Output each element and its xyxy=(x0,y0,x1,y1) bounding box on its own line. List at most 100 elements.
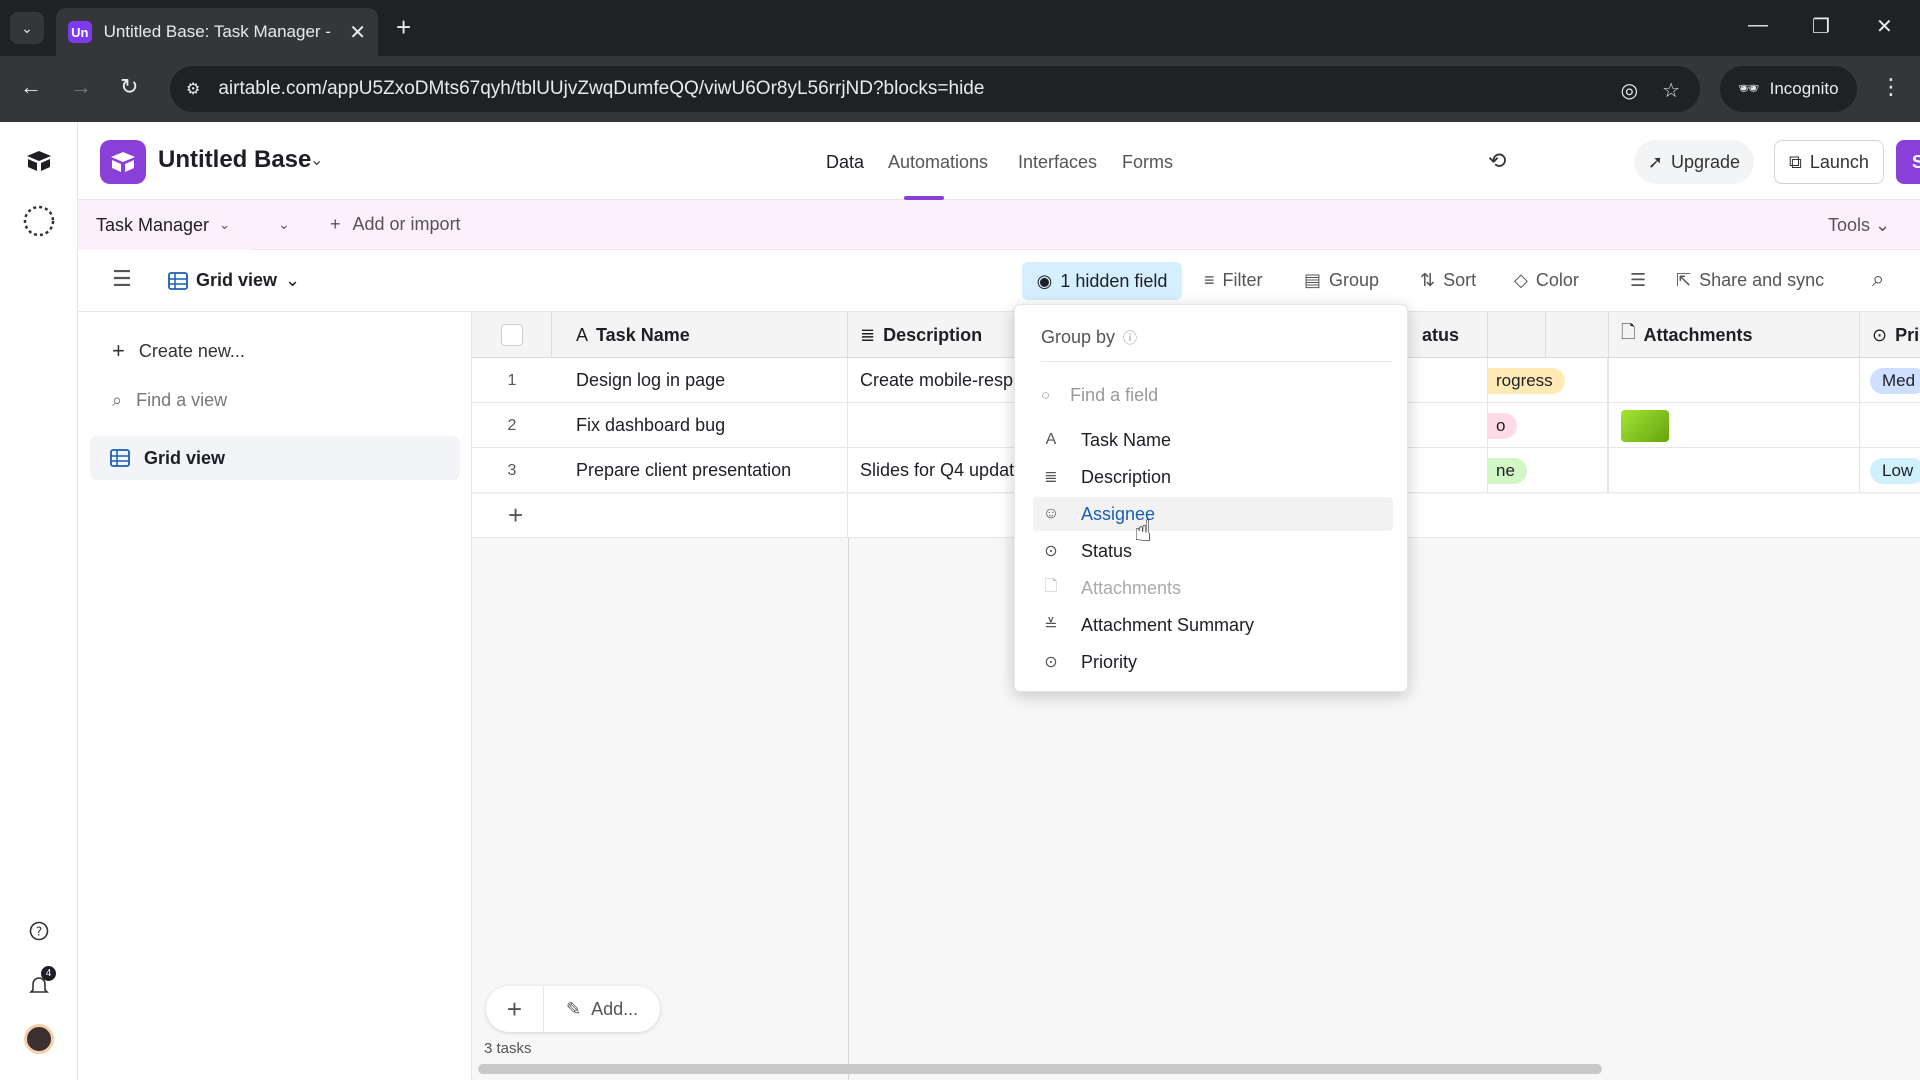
chevron-down-icon[interactable]: ⌄ xyxy=(219,217,230,233)
horizontal-scrollbar[interactable] xyxy=(478,1064,1602,1074)
add-with-ai-button[interactable]: ✎ Add... xyxy=(544,999,660,1020)
find-view-input[interactable]: ⌕ Find a view xyxy=(112,390,227,411)
history-icon[interactable]: ⟲ xyxy=(1488,148,1506,174)
share-and-sync-button[interactable]: ⇱ Share and sync xyxy=(1676,270,1824,291)
airtable-home-icon[interactable] xyxy=(20,142,58,180)
group-field-assignee[interactable]: ☺ Assignee xyxy=(1033,497,1393,531)
new-tab-button[interactable]: + xyxy=(396,14,411,40)
avatar xyxy=(24,1024,54,1054)
tab-automations[interactable]: Automations xyxy=(888,152,988,173)
launch-label: Launch xyxy=(1809,151,1869,172)
bookmark-star-icon[interactable]: ☆ xyxy=(1662,78,1680,103)
attachment-thumbnail[interactable] xyxy=(1621,409,1669,442)
color-button[interactable]: ◇ Color xyxy=(1514,270,1579,291)
filter-icon: ≡ xyxy=(1204,270,1215,290)
field-label: Attachment Summary xyxy=(1081,614,1255,635)
ai-summary-icon: ≚ xyxy=(1044,617,1058,634)
group-field-description[interactable]: ≣ Description xyxy=(1033,460,1393,494)
select-all-checkbox[interactable] xyxy=(472,312,552,358)
status-cell[interactable]: ne xyxy=(1488,448,1608,493)
group-field-status[interactable]: ⊙ Status xyxy=(1033,534,1393,568)
attachments-cell[interactable] xyxy=(1608,448,1860,493)
group-field-priority[interactable]: ⊙ Priority xyxy=(1033,645,1393,679)
tab-forms[interactable]: Forms xyxy=(1122,152,1173,173)
column-header-priority[interactable]: ⊙ Pri xyxy=(1860,312,1920,358)
browser-tab[interactable]: Un Untitled Base: Task Manager - / ✕ xyxy=(56,8,378,56)
add-record-button[interactable]: + xyxy=(486,986,544,1032)
tab-search-button[interactable]: ⌄ xyxy=(10,12,44,44)
group-field-task-name[interactable]: A Task Name xyxy=(1033,423,1393,457)
tab-data[interactable]: Data xyxy=(826,152,864,173)
group-field-attachment-summary[interactable]: ≚ Attachment Summary xyxy=(1033,608,1393,642)
view-switcher[interactable]: Grid view ⌄ xyxy=(168,270,300,291)
grid-icon xyxy=(168,271,188,290)
column-header-task-name[interactable]: A Task Name xyxy=(552,312,848,358)
magic-wand-icon: ✎ xyxy=(566,998,582,1019)
share-button[interactable]: Share xyxy=(1896,140,1920,184)
find-field-input[interactable]: ○ Find a field xyxy=(1041,385,1158,406)
upgrade-button[interactable]: ➚ Upgrade xyxy=(1634,140,1754,184)
chevron-down-icon: ⌄ xyxy=(285,270,301,290)
reload-icon[interactable]: ↻ xyxy=(120,74,138,100)
close-window-icon[interactable]: ✕ xyxy=(1876,14,1893,39)
site-info-icon[interactable]: ⚙ xyxy=(186,79,200,99)
all-tables-chevron-icon[interactable]: ⌄ xyxy=(278,216,290,233)
frozen-column-divider xyxy=(848,538,849,1080)
filter-button[interactable]: ≡ Filter xyxy=(1204,270,1263,291)
chevron-down-icon[interactable]: ⌄ xyxy=(310,150,323,170)
priority-cell[interactable]: Low xyxy=(1860,448,1920,493)
group-button[interactable]: ▤ Group xyxy=(1304,270,1379,291)
task-name-cell[interactable]: Design log in page xyxy=(552,358,848,403)
column-header-attachments[interactable]: 🗋 Attachments xyxy=(1608,312,1860,358)
add-or-import-button[interactable]: + Add or import xyxy=(330,214,461,235)
column-label: Pri xyxy=(1895,324,1920,345)
status-cell[interactable]: rogress xyxy=(1488,358,1608,403)
group-by-dropdown: Group by ⓘ ○ Find a field A Task Name ≣ … xyxy=(1014,304,1408,692)
column-header-status[interactable]: atus xyxy=(1410,312,1546,358)
close-tab-icon[interactable]: ✕ xyxy=(349,20,366,45)
url-bar[interactable]: ⚙ airtable.com/appU5ZxoDMts67qyh/tblUUjv… xyxy=(170,66,1700,112)
svg-text:?: ? xyxy=(36,925,42,939)
incognito-indicator[interactable]: 🕶 Incognito xyxy=(1720,66,1857,112)
url-text[interactable]: airtable.com/appU5ZxoDMts67qyh/tblUUjvZw… xyxy=(218,78,984,100)
status-cell[interactable]: o xyxy=(1488,403,1608,448)
browser-menu-icon[interactable]: ⋮ xyxy=(1880,74,1902,100)
chevron-down-icon: ⌄ xyxy=(1875,215,1891,235)
add-label: Add... xyxy=(591,998,639,1019)
attachments-cell[interactable] xyxy=(1608,403,1860,448)
task-name-cell[interactable]: Fix dashboard bug xyxy=(552,403,848,448)
tab-interfaces[interactable]: Interfaces xyxy=(1018,152,1097,173)
account-avatar[interactable] xyxy=(20,1020,58,1058)
find-field-placeholder: Find a field xyxy=(1070,385,1159,405)
notifications-icon[interactable]: 4 xyxy=(20,966,58,1004)
toggle-sidebar-icon[interactable]: ☰ xyxy=(112,266,132,292)
sort-button[interactable]: ⇅ Sort xyxy=(1420,270,1476,291)
hide-fields-button[interactable]: ◉ 1 hidden field xyxy=(1022,262,1182,300)
restore-icon[interactable]: ❐ xyxy=(1812,14,1830,39)
omni-icon[interactable] xyxy=(20,202,58,240)
record-count: 3 tasks xyxy=(484,1040,532,1057)
task-name-cell[interactable]: Prepare client presentation xyxy=(552,448,848,493)
priority-pill: Low xyxy=(1870,457,1920,484)
priority-cell[interactable]: Med xyxy=(1860,358,1920,403)
help-icon[interactable]: ⓘ xyxy=(1123,328,1137,348)
add-record-row[interactable]: + xyxy=(472,494,848,538)
sidebar-item-grid-view[interactable]: Grid view xyxy=(90,436,460,480)
grid-icon xyxy=(110,449,130,467)
tools-menu[interactable]: Tools ⌄ xyxy=(1828,215,1890,236)
back-icon[interactable]: ← xyxy=(20,74,42,100)
search-icon[interactable]: ⌕ xyxy=(1872,266,1884,292)
field-label: Priority xyxy=(1081,651,1138,672)
create-new-view-button[interactable]: + Create new... xyxy=(112,338,245,364)
help-icon[interactable]: ? xyxy=(20,912,58,950)
table-tab-task-manager[interactable]: Task Manager ⌄ xyxy=(78,200,254,250)
launch-button[interactable]: ⧉ Launch xyxy=(1774,140,1884,184)
priority-cell[interactable] xyxy=(1860,403,1920,448)
base-logo-icon[interactable] xyxy=(100,140,146,184)
row-height-icon[interactable]: ☰ xyxy=(1630,270,1646,291)
minimize-icon[interactable]: — xyxy=(1748,14,1768,37)
forward-icon[interactable]: → xyxy=(70,74,92,100)
attachments-cell[interactable] xyxy=(1608,358,1860,403)
tracking-protection-icon[interactable]: ◎ xyxy=(1621,78,1638,103)
base-name[interactable]: Untitled Base xyxy=(158,146,311,174)
